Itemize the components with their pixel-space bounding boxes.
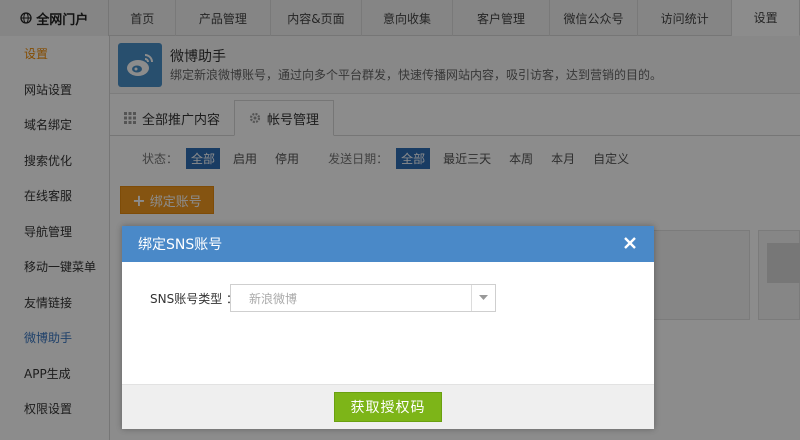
modal-body: SNS账号类型 ： 新浪微博	[122, 262, 654, 384]
modal-title: 绑定SNS账号	[138, 237, 223, 253]
chevron-down-icon[interactable]	[471, 285, 495, 311]
get-auth-code-button[interactable]: 获取授权码	[334, 392, 442, 422]
sns-type-label: SNS账号类型 ：	[150, 292, 239, 306]
sns-type-value: 新浪微博	[249, 291, 298, 306]
bind-sns-modal: 绑定SNS账号 SNS账号类型 ： 新浪微博 获取授权码	[122, 226, 654, 429]
sns-type-select[interactable]: 新浪微博	[230, 284, 496, 312]
close-icon[interactable]	[620, 233, 640, 253]
modal-footer: 获取授权码	[122, 384, 654, 429]
modal-header: 绑定SNS账号	[122, 226, 654, 262]
